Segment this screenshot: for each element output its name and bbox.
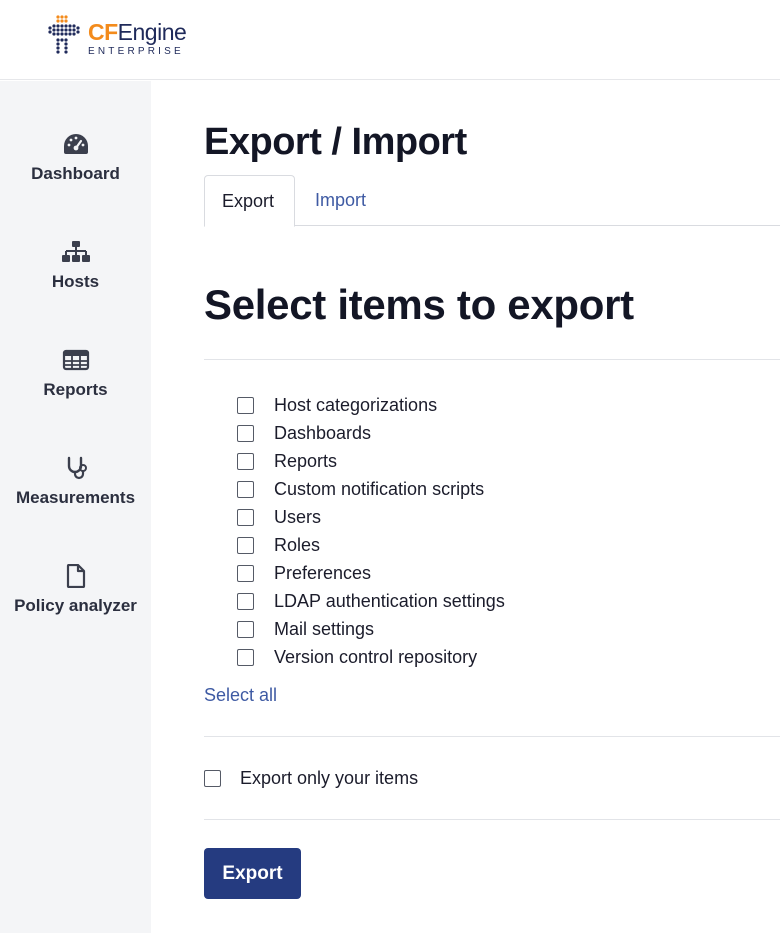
export-item-preferences[interactable]: Preferences (237, 559, 505, 587)
export-only-your-items-option[interactable]: Export only your items (204, 768, 418, 789)
sidebar-item-label: Measurements (15, 488, 136, 507)
cfengine-logo[interactable]: CFEngine ENTERPRISE (48, 14, 187, 62)
divider (204, 736, 780, 737)
export-item-roles[interactable]: Roles (237, 531, 505, 559)
export-only-your-items-checkbox[interactable] (204, 770, 221, 787)
item-label: Dashboards (274, 422, 372, 443)
sitemap-icon (61, 238, 90, 266)
brand-suffix: Engine (117, 19, 187, 45)
export-item-version-control-repository[interactable]: Version control repository (237, 643, 505, 671)
checkbox[interactable] (237, 536, 254, 554)
cfengine-logo-icon (48, 15, 80, 54)
top-bar: CFEngine ENTERPRISE (0, 0, 780, 80)
select-all-link[interactable]: Select all (204, 685, 277, 706)
sidebar-item-hosts[interactable]: Hosts (0, 238, 151, 292)
export-item-custom-notification-scripts[interactable]: Custom notification scripts (237, 475, 505, 503)
sidebar-item-label: Policy analyzer (14, 596, 137, 615)
divider (204, 359, 780, 360)
file-icon (62, 562, 90, 590)
item-label: LDAP authentication settings (274, 590, 505, 611)
item-label: Version control repository (274, 646, 478, 667)
brand-prefix: CF (88, 19, 118, 45)
sidebar-item-label: Dashboard (31, 164, 120, 183)
sidebar-item-policy-analyzer[interactable]: Policy analyzer (0, 562, 151, 616)
checkbox[interactable] (237, 648, 254, 666)
checkbox[interactable] (237, 480, 254, 498)
export-item-reports[interactable]: Reports (237, 447, 505, 475)
export-item-dashboards[interactable]: Dashboards (237, 419, 505, 447)
item-label: Roles (274, 534, 321, 555)
item-label: Mail settings (274, 618, 375, 639)
checkbox[interactable] (237, 592, 254, 610)
stethoscope-icon (62, 454, 90, 482)
export-item-ldap-authentication-settings[interactable]: LDAP authentication settings (237, 587, 505, 615)
checkbox[interactable] (237, 620, 254, 638)
sidebar-item-measurements[interactable]: Measurements (0, 454, 151, 508)
section-title: Select items to export (204, 281, 634, 328)
checkbox[interactable] (237, 396, 254, 414)
brand-name: CFEngine (88, 19, 187, 45)
item-label: Users (274, 506, 322, 527)
tab-export[interactable]: Export (204, 175, 295, 227)
divider (204, 819, 780, 820)
sidebar-item-label: Reports (43, 380, 108, 399)
sidebar-item-label: Hosts (51, 272, 100, 291)
checkbox[interactable] (237, 424, 254, 442)
item-label: Custom notification scripts (274, 478, 485, 499)
table-icon (62, 346, 90, 374)
tab-bar: Export Import (204, 175, 780, 227)
item-label: Host categorizations (274, 394, 438, 415)
export-item-mail-settings[interactable]: Mail settings (237, 615, 505, 643)
item-label: Preferences (274, 562, 372, 583)
logo-text: CFEngine ENTERPRISE (88, 19, 187, 57)
sidebar-item-reports[interactable]: Reports (0, 346, 151, 400)
export-only-your-items-label: Export only your items (240, 768, 419, 788)
speedometer-icon (62, 130, 90, 158)
checkbox[interactable] (237, 508, 254, 526)
sidebar: Dashboard Hosts Reports Measurements Pol… (0, 81, 151, 933)
item-label: Reports (274, 450, 338, 471)
checkbox[interactable] (237, 564, 254, 582)
checkbox[interactable] (237, 452, 254, 470)
export-item-host-categorizations[interactable]: Host categorizations (237, 391, 505, 419)
page-title: Export / Import (204, 121, 467, 163)
tab-import[interactable]: Import (298, 175, 383, 226)
sidebar-item-dashboard[interactable]: Dashboard (0, 130, 151, 184)
export-item-users[interactable]: Users (237, 503, 505, 531)
export-button[interactable]: Export (204, 848, 301, 899)
brand-subtitle: ENTERPRISE (88, 46, 184, 57)
export-items-list: Host categorizations Dashboards Reports … (237, 391, 505, 671)
